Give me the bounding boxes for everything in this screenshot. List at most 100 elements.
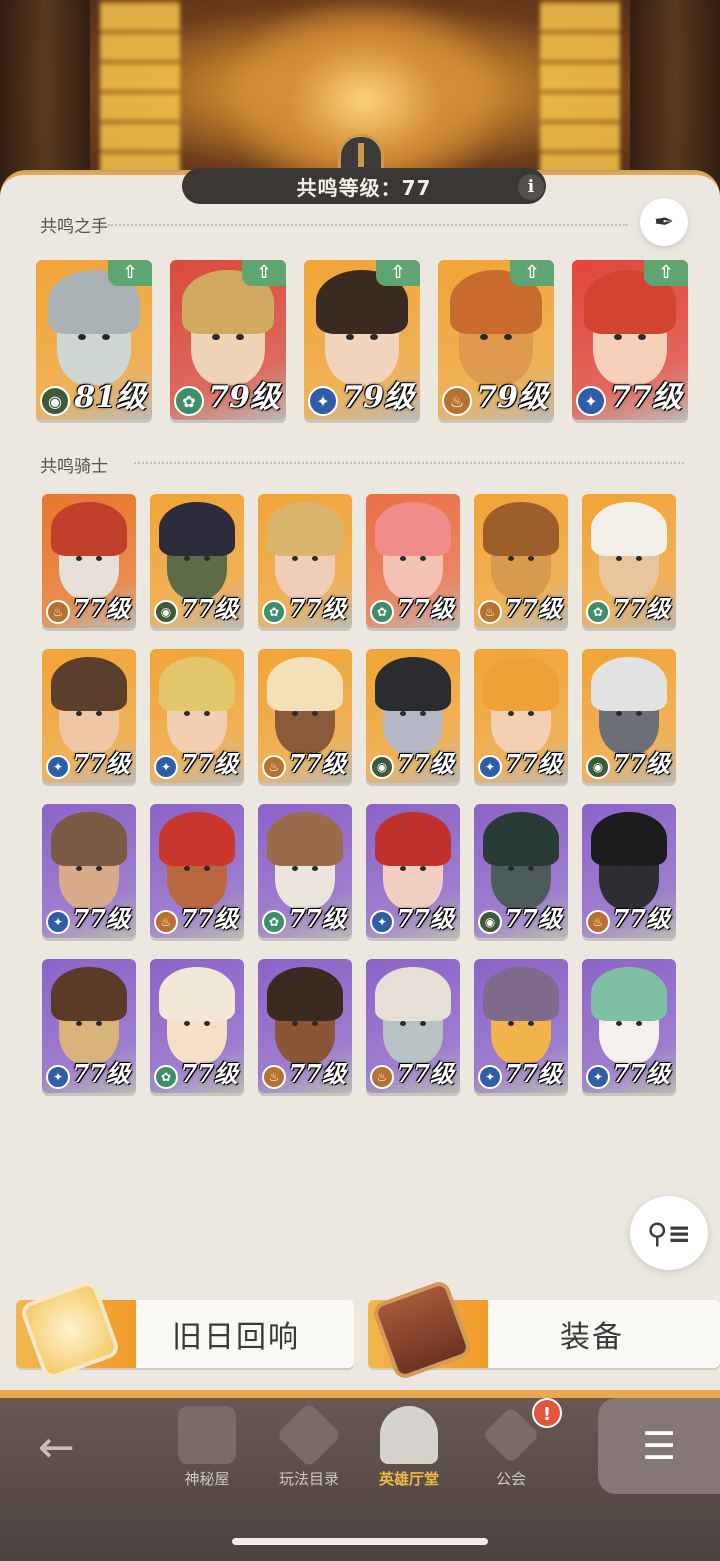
wilder-faction-icon: ✿	[262, 600, 286, 624]
hero-eye	[635, 710, 643, 716]
hero-level: 77级	[72, 594, 130, 623]
hero-card[interactable]: ✦ 77级	[582, 959, 676, 1093]
hero-card[interactable]: ✿ 77级	[366, 494, 460, 628]
hero-level: 81级	[74, 380, 146, 415]
banner-pillar-right	[630, 0, 720, 200]
echoes-label: 旧日回响	[172, 1320, 300, 1355]
hero-level: 77级	[288, 749, 346, 778]
hero-eye	[95, 1020, 103, 1026]
hero-hair	[483, 657, 559, 711]
hero-card[interactable]: ✦ 77级 ⇧	[572, 260, 688, 420]
hero-hair	[375, 502, 451, 556]
nav-label: 玩法目录	[278, 1470, 339, 1488]
hero-hair	[267, 967, 343, 1021]
hero-card[interactable]: ✦ 77级	[366, 804, 460, 938]
hero-card[interactable]: ✿ 79级 ⇧	[170, 260, 286, 420]
lightbearer-faction-icon: ✦	[46, 910, 70, 934]
hero-eye	[236, 333, 245, 340]
divider	[134, 462, 684, 464]
hero-eye	[419, 1020, 427, 1026]
wilder-faction-icon: ✿	[154, 1065, 178, 1089]
quill-icon[interactable]: ✒	[640, 198, 688, 246]
hero-card[interactable]: ✿ 77级	[150, 959, 244, 1093]
hero-hair	[51, 657, 127, 711]
nav-item-hero-hall[interactable]: 英雄厅堂	[364, 1400, 454, 1489]
hero-hair	[159, 812, 235, 866]
resonance-level-label: 共鸣等级：77	[182, 168, 546, 204]
mauler-faction-icon: ♨	[370, 1065, 394, 1089]
hero-hair	[591, 657, 667, 711]
hero-eye	[95, 555, 103, 561]
nav-item-mystery-house[interactable]: 神秘屋	[162, 1400, 252, 1489]
hero-card[interactable]: ♨ 77级	[258, 649, 352, 783]
hero-card[interactable]: ♨ 77级	[366, 959, 460, 1093]
hero-eye	[419, 865, 427, 871]
hero-eye	[311, 1020, 319, 1026]
hero-eye	[419, 710, 427, 716]
home-indicator[interactable]	[232, 1538, 488, 1545]
hero-level: 79级	[476, 380, 548, 415]
hero-hair	[375, 812, 451, 866]
banner-window-left	[100, 0, 180, 180]
hero-card[interactable]: ◉ 77级	[150, 494, 244, 628]
lightbearer-faction-icon: ✦	[576, 386, 606, 416]
hero-card[interactable]: ✦ 77级	[42, 959, 136, 1093]
hero-eye	[527, 555, 535, 561]
upgrade-arrow-icon: ⇧	[108, 260, 152, 286]
info-icon[interactable]: i	[518, 174, 544, 200]
hero-eye	[527, 865, 535, 871]
hero-card[interactable]: ♨ 77级	[150, 804, 244, 938]
hero-card[interactable]: ♨ 77级	[258, 959, 352, 1093]
hero-card[interactable]: ◉ 77级	[582, 649, 676, 783]
hero-level: 77级	[288, 594, 346, 623]
hero-level: 77级	[504, 594, 562, 623]
hero-card[interactable]: ◉ 77级	[474, 804, 568, 938]
hero-card[interactable]: ✦ 77级	[42, 804, 136, 938]
hero-eye	[370, 333, 379, 340]
echoes-button[interactable]: 旧日回响	[16, 1278, 354, 1382]
hero-hair	[267, 657, 343, 711]
hero-hair	[159, 657, 235, 711]
hero-card[interactable]: ♨ 79级 ⇧	[438, 260, 554, 420]
hero-card[interactable]: ✦ 77级	[42, 649, 136, 783]
menu-button[interactable]: ☰	[598, 1398, 720, 1494]
hero-card[interactable]: ◉ 77级	[366, 649, 460, 783]
hero-hair	[159, 967, 235, 1021]
back-arrow-icon[interactable]: ←	[38, 1422, 75, 1473]
hero-card[interactable]: ✿ 77级	[258, 804, 352, 938]
hero-level: 77级	[180, 904, 238, 933]
hero-level: 77级	[396, 594, 454, 623]
hero-card[interactable]: ✦ 77级	[150, 649, 244, 783]
hero-level: 77级	[288, 904, 346, 933]
upgrade-arrow-icon: ⇧	[376, 260, 420, 286]
hero-level: 77级	[396, 904, 454, 933]
hero-card[interactable]: ✦ 79级 ⇧	[304, 260, 420, 420]
hero-card[interactable]: ✦ 77级	[474, 649, 568, 783]
hero-card[interactable]: ✦ 77级	[474, 959, 568, 1093]
hero-level: 79级	[342, 380, 414, 415]
hero-hair	[375, 657, 451, 711]
hero-level: 77级	[72, 904, 130, 933]
lightbearer-faction-icon: ✦	[46, 755, 70, 779]
hero-card[interactable]: ♨ 77级	[42, 494, 136, 628]
graveborn-faction-icon: ◉	[586, 755, 610, 779]
hero-level: 77级	[72, 749, 130, 778]
nav-label: 神秘屋	[184, 1470, 230, 1488]
banner-pillar-left	[0, 0, 90, 200]
filter-button[interactable]: ⚲≡	[630, 1196, 708, 1270]
hero-hair	[483, 812, 559, 866]
nav-item-gameplay-catalog[interactable]: 玩法目录	[264, 1400, 354, 1489]
hero-hair	[51, 967, 127, 1021]
hero-level: 77级	[612, 749, 670, 778]
hero-eye	[95, 865, 103, 871]
tower-icon	[178, 1406, 236, 1464]
hero-card[interactable]: ♨ 77级	[474, 494, 568, 628]
equipment-deco	[368, 1278, 488, 1382]
hero-card[interactable]: ✿ 77级	[258, 494, 352, 628]
equipment-button[interactable]: 装备	[368, 1278, 720, 1382]
hero-hair	[483, 967, 559, 1021]
hero-card[interactable]: ♨ 77级	[582, 804, 676, 938]
hero-card[interactable]: ◉ 81级 ⇧	[36, 260, 152, 420]
hero-card[interactable]: ✿ 77级	[582, 494, 676, 628]
hero-hair	[267, 502, 343, 556]
